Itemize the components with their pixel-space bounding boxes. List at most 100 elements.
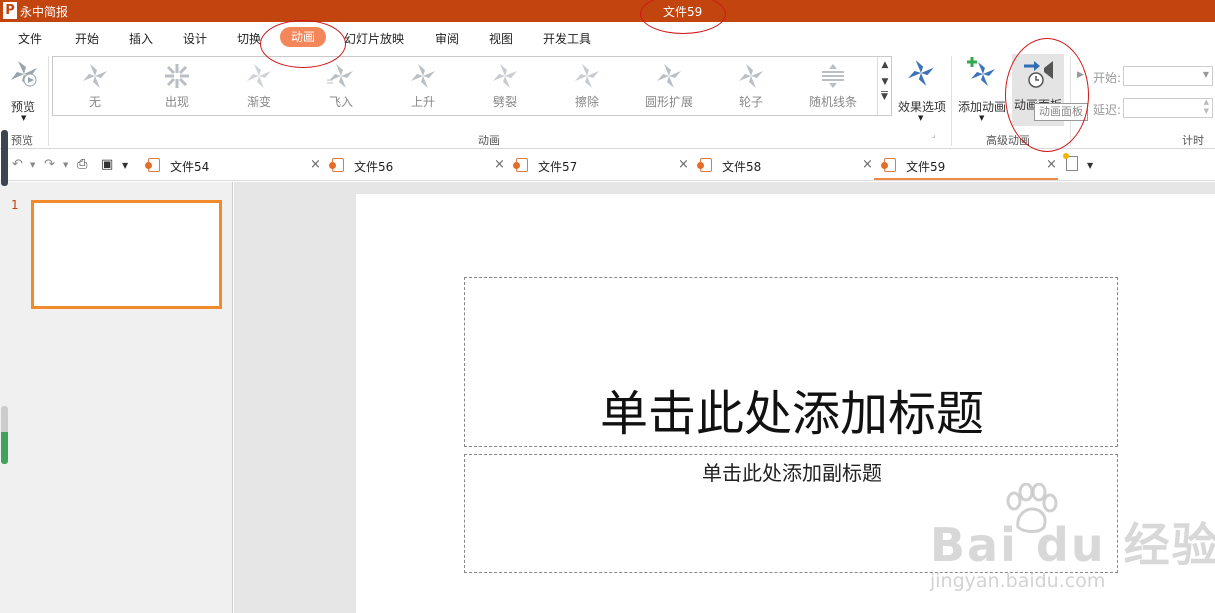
gallery-item-rise-up[interactable]: 上升 — [388, 57, 458, 115]
gallery-item-label: 擦除 — [574, 95, 599, 109]
presentation-file-icon — [329, 158, 344, 172]
gallery-item-circle[interactable]: 圆形扩展 — [634, 57, 704, 115]
effect-options-label: 效果选项 — [898, 100, 947, 114]
preview-dropdown-icon: ▼ — [21, 114, 27, 122]
menu-insert[interactable]: 插入 — [129, 30, 153, 47]
app-name: 永中简报 — [20, 5, 69, 19]
title-placeholder[interactable]: 单击此处添加标题 — [464, 277, 1118, 447]
slide-thumbnail[interactable] — [31, 200, 222, 309]
menu-design[interactable]: 设计 — [183, 30, 207, 47]
watermark-text: Bai du 经验 — [930, 518, 1215, 572]
chevron-down-icon[interactable]: ▼ — [878, 77, 892, 87]
title-bar: P 永中简报 文件59 — [0, 0, 1215, 22]
gallery-item-split[interactable]: 劈裂 — [470, 57, 540, 115]
pinwheel-icon — [657, 64, 681, 88]
menu-developer[interactable]: 开发工具 — [543, 30, 591, 47]
annotation-circle-animation-pane — [1005, 38, 1089, 152]
pinwheel-icon — [575, 64, 599, 88]
active-tab-indicator — [874, 178, 1058, 180]
gallery-item-label: 出现 — [164, 95, 189, 109]
pinwheel-icon — [247, 64, 271, 88]
add-animation-icon — [967, 57, 995, 86]
watermark-url: jingyan.baidu.com — [930, 570, 1106, 592]
close-icon[interactable]: × — [862, 157, 873, 172]
gallery-item-fade[interactable]: 渐变 — [224, 57, 294, 115]
effect-options-dropdown-icon: ▼ — [918, 114, 924, 122]
pinwheel-icon — [327, 64, 353, 88]
menu-home[interactable]: 开始 — [75, 30, 99, 47]
app-logo: P — [3, 2, 17, 19]
chevron-up-icon[interactable]: ▲ — [878, 60, 892, 70]
presentation-file-icon — [145, 158, 160, 172]
tab-label: 文件59 — [906, 160, 946, 174]
customize-dropdown-icon[interactable]: ▼ — [122, 161, 128, 170]
effect-options-icon — [908, 60, 934, 86]
undo-icon[interactable]: ↶ — [12, 157, 23, 172]
add-animation-button[interactable]: 添加动画 ▼ — [956, 56, 1010, 124]
print-preview-icon[interactable]: ⎙ — [77, 157, 87, 172]
new-document-icon[interactable] — [1063, 153, 1078, 171]
tab-file56[interactable]: 文件56 × — [329, 150, 508, 180]
animation-group-label: 动画 — [478, 134, 500, 147]
tab-file59[interactable]: 文件59 × — [881, 150, 1060, 180]
pinwheel-icon — [411, 64, 435, 88]
animation-gallery: 无 出现 渐变 飞入 上升 劈裂 擦除 圆形扩展 轮子 随机线条 ▲ ▼ ▼ — [52, 56, 892, 116]
close-icon[interactable]: × — [1046, 157, 1057, 172]
preview-label: 预览 — [11, 100, 36, 114]
presentation-file-icon — [697, 158, 712, 172]
effect-options-button[interactable]: 效果选项 ▼ — [896, 56, 948, 124]
dialog-launcher-icon[interactable]: ⌟ — [932, 130, 936, 139]
burst-icon — [165, 64, 189, 88]
close-icon[interactable]: × — [494, 157, 505, 172]
gallery-item-label: 飞入 — [328, 95, 353, 109]
tab-label: 文件56 — [354, 160, 394, 174]
save-icon[interactable]: ▣ — [101, 157, 113, 172]
slide-thumbnails-panel: 1 — [0, 182, 233, 613]
gallery-item-none[interactable]: 无 — [60, 57, 130, 115]
tab-file58[interactable]: 文件58 × — [697, 150, 876, 180]
preview-button[interactable]: 预览 ▼ — [4, 56, 44, 124]
more-icon[interactable]: ▼ — [881, 91, 888, 102]
gallery-item-label: 无 — [88, 95, 101, 109]
menu-slideshow[interactable]: 幻灯片放映 — [344, 30, 404, 47]
spinner-down-icon[interactable]: ▼ — [1204, 107, 1209, 115]
menu-view[interactable]: 视图 — [489, 30, 513, 47]
menu-transitions[interactable]: 切换 — [237, 30, 261, 47]
gallery-scrollbar[interactable]: ▲ ▼ ▼ — [877, 57, 892, 115]
tab-file54[interactable]: 文件54 × — [145, 150, 324, 180]
subtitle-placeholder-text: 单击此处添加副标题 — [702, 461, 882, 485]
tab-file57[interactable]: 文件57 × — [513, 150, 692, 180]
redo-dropdown-icon[interactable]: ▼ — [63, 161, 68, 169]
presentation-file-icon — [513, 158, 528, 172]
add-animation-label: 添加动画 — [958, 100, 1007, 114]
menu-file[interactable]: 文件 — [18, 30, 42, 47]
random-bars-icon — [822, 64, 844, 88]
spinner-up-icon[interactable]: ▲ — [1204, 98, 1209, 106]
tab-label: 文件54 — [170, 160, 210, 174]
start-select[interactable]: ▼ — [1123, 66, 1213, 86]
gallery-item-wipe[interactable]: 擦除 — [552, 57, 622, 115]
close-icon[interactable]: × — [310, 157, 321, 172]
gallery-item-appear[interactable]: 出现 — [142, 57, 212, 115]
redo-icon[interactable]: ↷ — [44, 157, 55, 172]
close-icon[interactable]: × — [678, 157, 689, 172]
gallery-item-label: 圆形扩展 — [644, 95, 693, 109]
delay-input[interactable]: ▲ ▼ — [1123, 98, 1213, 118]
presentation-file-icon — [881, 158, 896, 172]
gallery-item-random-bars[interactable]: 随机线条 — [798, 57, 868, 115]
pinwheel-icon — [83, 64, 107, 88]
start-label: 开始: — [1093, 71, 1122, 85]
volume-meter[interactable] — [1, 406, 8, 464]
delay-label: 延迟: — [1093, 103, 1122, 117]
new-document-dropdown-icon[interactable]: ▼ — [1087, 161, 1093, 170]
panel-handle[interactable] — [1, 130, 8, 186]
slide-number: 1 — [11, 198, 19, 212]
add-animation-dropdown-icon: ▼ — [979, 114, 985, 122]
gallery-item-label: 上升 — [410, 95, 435, 109]
ribbon-separator — [951, 56, 952, 146]
gallery-item-wheel[interactable]: 轮子 — [716, 57, 786, 115]
menu-review[interactable]: 审阅 — [435, 30, 459, 47]
document-tabs-bar: ↶ ▼ ↷ ▼ ⎙ ▣ ▼ 文件54 × 文件56 × 文件57 × 文件58 … — [0, 150, 1215, 181]
undo-dropdown-icon[interactable]: ▼ — [30, 161, 35, 169]
preview-group-label: 预览 — [11, 134, 33, 147]
